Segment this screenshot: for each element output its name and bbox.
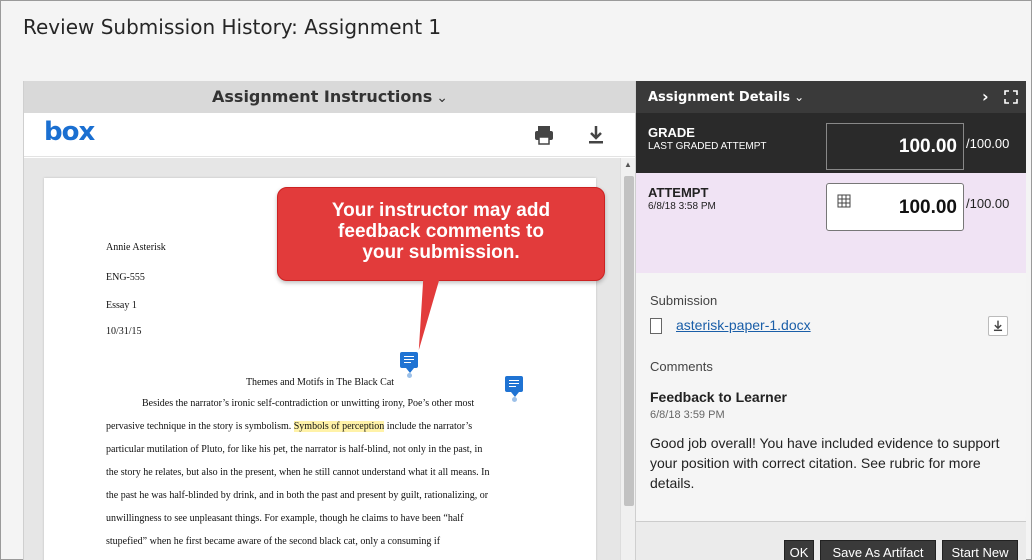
comments-label: Comments — [650, 359, 713, 374]
attempt-value: 100.00 — [898, 197, 957, 218]
grade-max: /100.00 — [966, 136, 1010, 151]
attempt-title: ATTEMPT — [648, 185, 709, 200]
viewer-scrollbar[interactable]: ▲ — [620, 158, 636, 560]
download-icon[interactable] — [988, 316, 1008, 336]
grade-value-box: 100.00 — [826, 123, 964, 170]
start-new-button[interactable]: Start New — [942, 540, 1018, 560]
doc-para-line: the past he was half-blinded by drink, a… — [106, 490, 489, 501]
grade-value: 100.00 — [898, 136, 957, 157]
doc-para-line: stupefied” when he first became aware of… — [106, 536, 441, 547]
doc-paragraph: Besides the narrator’s ironic self-contr… — [106, 392, 546, 553]
rubric-grid-icon[interactable] — [837, 194, 851, 208]
doc-course: ENG-555 — [106, 272, 145, 283]
download-icon[interactable] — [584, 123, 608, 147]
chevron-right-icon[interactable]: › — [982, 81, 989, 113]
ok-button[interactable]: OK — [784, 540, 814, 560]
doc-author: Annie Asterisk — [106, 242, 166, 253]
chevron-down-icon: ⌄ — [436, 90, 448, 106]
expand-icon[interactable] — [1004, 90, 1018, 104]
attempt-max: /100.00 — [966, 196, 1010, 211]
submission-label: Submission — [650, 293, 718, 308]
feedback-title: Feedback to Learner — [650, 389, 787, 405]
details-header[interactable]: Assignment Details ⌄ › — [636, 81, 1026, 113]
doc-essay: Essay 1 — [106, 300, 137, 311]
document-file-icon — [650, 318, 662, 334]
chevron-down-icon: ⌄ — [794, 90, 805, 104]
grade-row: GRADE LAST GRADED ATTEMPT 100.00 /100.00 — [636, 113, 1026, 173]
action-footer: OK Save As Artifact Start New — [636, 521, 1026, 560]
doc-para-line: particular mutilation of Pluto, for like… — [106, 444, 483, 455]
callout-line: Your instructor may add — [331, 200, 551, 221]
doc-para-line: unwillingness to see unpleasant things. … — [106, 513, 464, 524]
callout-line: your submission. — [362, 242, 520, 263]
attempt-grade-input[interactable]: 100.00 — [826, 183, 964, 231]
doc-para-line: pervasive technique in the story is symb… — [106, 421, 473, 432]
instructions-header[interactable]: Assignment Instructions ⌄ — [24, 81, 636, 113]
page-title: Review Submission History: Assignment 1 — [23, 15, 442, 39]
doc-para-line: Besides the narrator’s ironic self-contr… — [142, 398, 475, 409]
instructions-pane: Assignment Instructions ⌄ box Annie Aster… — [23, 81, 636, 560]
viewer-toolbar: box — [24, 113, 636, 157]
doc-date: 10/31/15 — [106, 326, 142, 337]
print-icon[interactable] — [532, 123, 556, 147]
box-logo: box — [44, 117, 95, 147]
comment-marker-icon[interactable] — [400, 352, 418, 373]
save-as-artifact-button[interactable]: Save As Artifact — [820, 540, 936, 560]
window-frame: Review Submission History: Assignment 1 … — [0, 0, 1032, 560]
doc-para-line: the story he relates, but also in the pr… — [106, 467, 490, 478]
feedback-callout: Your instructor may add feedback comment… — [277, 187, 605, 281]
details-header-label: Assignment Details — [648, 90, 791, 105]
feedback-date: 6/8/18 3:59 PM — [650, 409, 725, 421]
highlighted-text[interactable]: Symbols of perception — [293, 421, 385, 432]
grade-title: GRADE — [648, 125, 695, 140]
submission-section: Submission asterisk-paper-1.docx Comment… — [636, 273, 1026, 517]
scroll-thumb[interactable] — [624, 176, 634, 506]
instructions-header-label: Assignment Instructions — [212, 87, 433, 106]
scroll-up-arrow-icon[interactable]: ▲ — [624, 160, 632, 169]
grade-subtitle: LAST GRADED ATTEMPT — [648, 141, 767, 152]
details-pane: Assignment Details ⌄ › GRADE LAST GRADED … — [635, 81, 1026, 560]
attempt-row[interactable]: ATTEMPT 6/8/18 3:58 PM 100.00 /100.00 — [636, 173, 1026, 273]
submission-file-link[interactable]: asterisk-paper-1.docx — [676, 317, 811, 333]
feedback-text: Good job overall! You have included evid… — [650, 435, 1000, 491]
callout-line: feedback comments to — [338, 221, 544, 242]
comment-marker-icon[interactable] — [505, 376, 523, 397]
attempt-date: 6/8/18 3:58 PM — [648, 201, 716, 212]
